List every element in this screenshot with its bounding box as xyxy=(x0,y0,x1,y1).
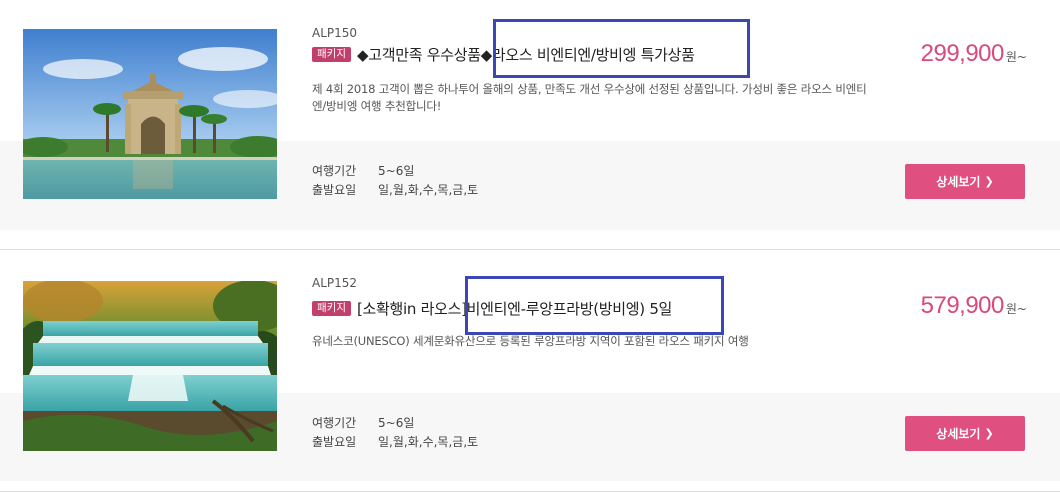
product-thumbnail[interactable] xyxy=(23,29,277,199)
departure-value: 일,월,화,수,목,금,토 xyxy=(378,183,479,197)
duration-label: 여행기간 xyxy=(312,416,357,430)
view-details-label: 상세보기 xyxy=(936,427,981,441)
view-details-button[interactable]: 상세보기 ❯ xyxy=(905,416,1025,451)
departure-label: 출발요일 xyxy=(312,183,357,197)
trip-info: 여행기간 5~6일 출발요일 일,월,화,수,목,금,토 xyxy=(312,414,478,452)
kuang-si-waterfall-image xyxy=(23,281,277,451)
departure-row: 출발요일 일,월,화,수,목,금,토 xyxy=(312,433,478,452)
product-price: 299,900 원~ xyxy=(921,40,1027,68)
price-unit: 원~ xyxy=(1005,302,1027,316)
chevron-right-icon: ❯ xyxy=(984,427,994,440)
product-title[interactable]: ◆고객만족 우수상품◆라오스 비엔티엔/방비엥 특가상품 xyxy=(357,44,695,65)
product-code: ALP152 xyxy=(312,276,358,290)
product-listing: ALP152 패키지 [소확행in 라오스]비엔티엔-루앙프라방(방비엥) 5일… xyxy=(0,251,1060,492)
listing-divider xyxy=(0,249,1060,250)
product-listing: ALP150 패키지 ◆고객만족 우수상품◆라오스 비엔티엔/방비엥 특가상품 … xyxy=(0,0,1060,230)
product-description: 유네스코(UNESCO) 세계문화유산으로 등록된 루앙프라방 지역이 포함된 … xyxy=(312,334,749,348)
duration-value: 5~6일 xyxy=(378,416,415,430)
price-value: 579,900 xyxy=(920,292,1005,319)
product-title-row[interactable]: 패키지 ◆고객만족 우수상품◆라오스 비엔티엔/방비엥 특가상품 xyxy=(312,44,695,65)
product-title-row[interactable]: 패키지 [소확행in 라오스]비엔티엔-루앙프라방(방비엥) 5일 xyxy=(312,298,672,319)
product-code: ALP150 xyxy=(312,26,358,40)
view-details-button[interactable]: 상세보기 ❯ xyxy=(905,164,1025,199)
product-description: 제 4회 2018 고객이 뽑은 하나투어 올해의 상품, 만족도 개선 우수상… xyxy=(312,82,867,113)
package-badge: 패키지 xyxy=(312,301,351,316)
duration-row: 여행기간 5~6일 xyxy=(312,414,478,433)
price-unit: 원~ xyxy=(1005,50,1027,64)
product-price: 579,900 원~ xyxy=(921,292,1027,320)
product-thumbnail[interactable] xyxy=(23,281,277,451)
duration-row: 여행기간 5~6일 xyxy=(312,162,478,181)
chevron-right-icon: ❯ xyxy=(984,175,994,188)
product-title[interactable]: [소확행in 라오스]비엔티엔-루앙프라방(방비엥) 5일 xyxy=(357,298,672,319)
price-value: 299,900 xyxy=(920,40,1005,67)
duration-value: 5~6일 xyxy=(378,164,415,178)
departure-value: 일,월,화,수,목,금,토 xyxy=(378,435,479,449)
departure-row: 출발요일 일,월,화,수,목,금,토 xyxy=(312,181,478,200)
patuxai-monument-image xyxy=(23,29,277,199)
view-details-label: 상세보기 xyxy=(936,175,981,189)
trip-info: 여행기간 5~6일 출발요일 일,월,화,수,목,금,토 xyxy=(312,162,478,200)
departure-label: 출발요일 xyxy=(312,435,357,449)
package-badge: 패키지 xyxy=(312,47,351,62)
duration-label: 여행기간 xyxy=(312,164,357,178)
